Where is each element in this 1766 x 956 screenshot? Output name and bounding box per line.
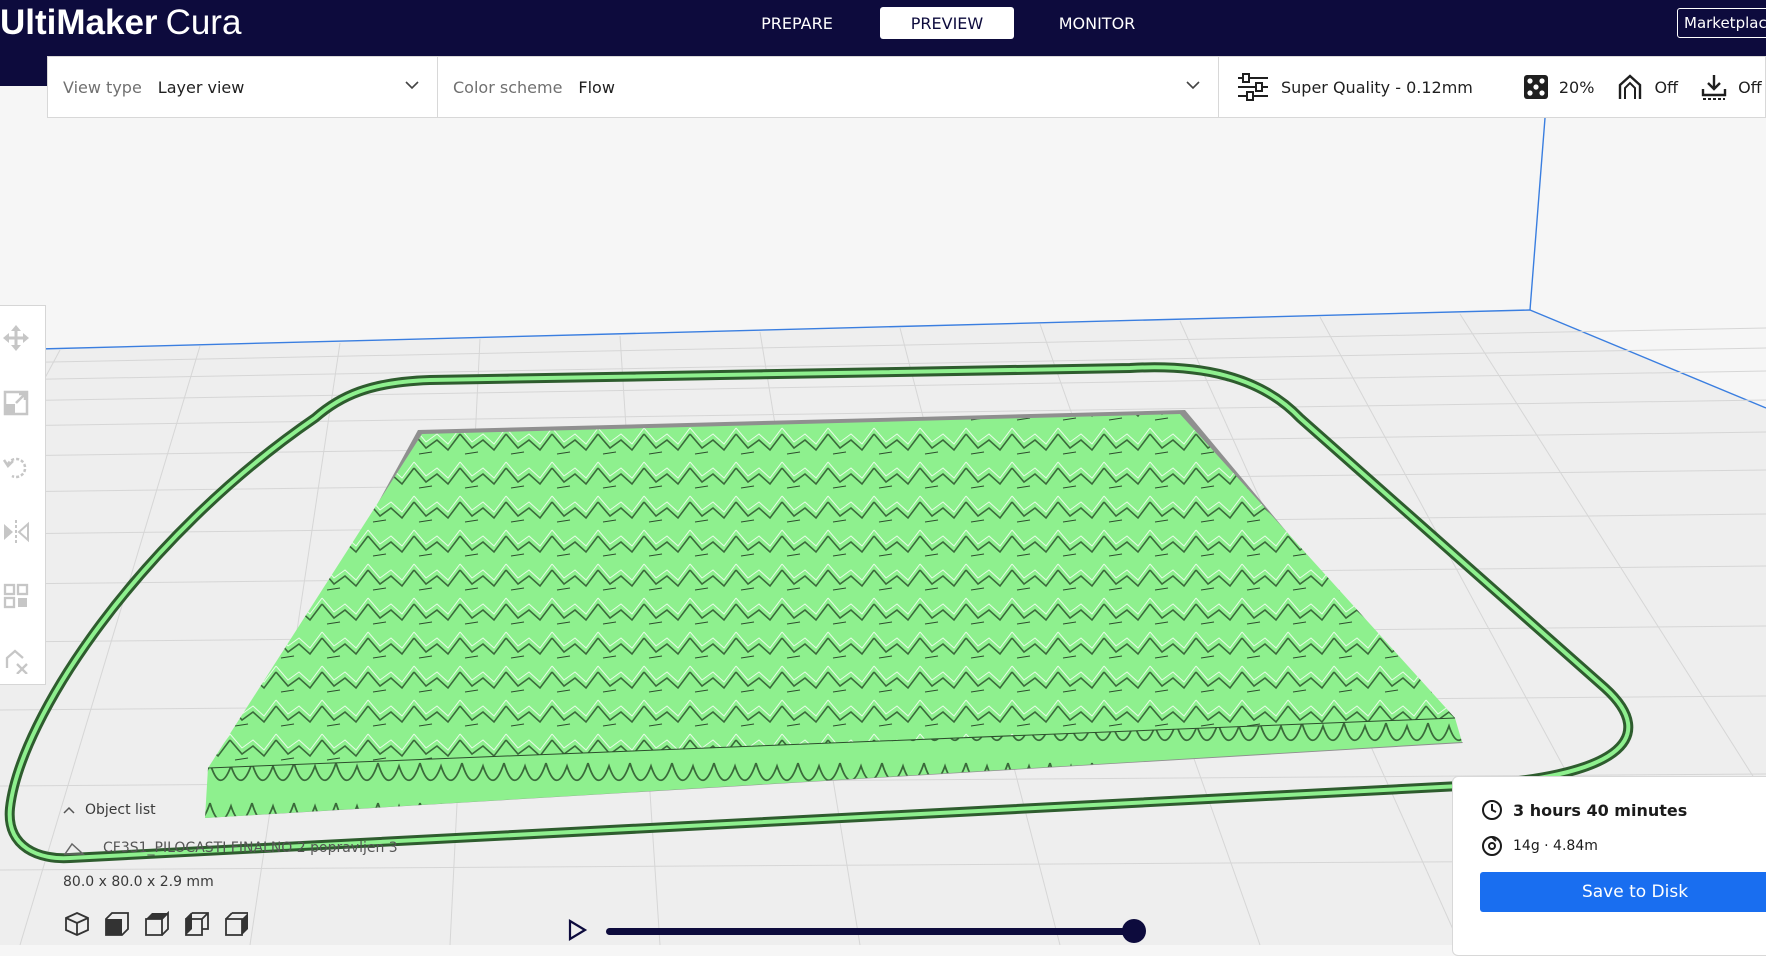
marketplace-button[interactable]: Marketplace <box>1677 8 1766 38</box>
scale-tool-button[interactable] <box>1 388 31 418</box>
support-value: Off <box>1654 77 1679 97</box>
object-name[interactable]: CF3S1_PILOCASTI FINALNO 2 popravljen 3 <box>103 840 398 856</box>
support-setting[interactable]: Off <box>1616 73 1678 101</box>
support-blocker-button[interactable] <box>1 646 31 676</box>
adhesion-setting[interactable]: Off <box>1700 73 1762 101</box>
cube-left-icon <box>185 912 209 936</box>
print-time: 3 hours 40 minutes <box>1513 800 1688 820</box>
support-blocker-icon <box>5 649 28 674</box>
cube-3d-icon <box>65 912 89 936</box>
logo-product: Cura <box>165 3 242 42</box>
move-icon <box>3 325 29 351</box>
rotate-tool-button[interactable] <box>1 452 31 482</box>
move-tool-button[interactable] <box>1 323 31 353</box>
infill-value: 20% <box>1558 77 1595 97</box>
rotate-icon <box>3 457 27 479</box>
per-model-settings-icon <box>3 583 29 609</box>
chevron-down-icon <box>405 81 419 90</box>
cube-top-icon <box>145 911 169 936</box>
color-scheme-value: Flow <box>578 77 615 97</box>
view-right-button[interactable] <box>223 910 251 938</box>
mirror-tool-button[interactable] <box>1 517 31 547</box>
spool-icon <box>1482 836 1502 856</box>
scale-icon <box>3 390 29 416</box>
view-type-value: Layer view <box>157 77 245 97</box>
chevron-down-icon <box>1186 81 1200 90</box>
clock-icon <box>1482 800 1502 820</box>
layer-slider-handle[interactable] <box>1122 919 1146 943</box>
model-icon <box>63 842 85 855</box>
save-to-disk-button[interactable]: Save to Disk <box>1480 872 1766 912</box>
view-3d-button[interactable] <box>63 910 91 938</box>
tab-monitor[interactable]: MONITOR <box>1030 7 1164 39</box>
logo-brand: UltiMaker <box>0 3 158 42</box>
stage-tabs: PREPARE PREVIEW MONITOR <box>730 7 1164 39</box>
view-type-label: View type <box>63 77 142 97</box>
app-logo: UltiMaker Cura <box>0 0 241 46</box>
infill-setting[interactable]: 20% <box>1523 74 1595 100</box>
tab-preview[interactable]: PREVIEW <box>880 7 1014 39</box>
view-left-button[interactable] <box>183 910 211 938</box>
cube-right-icon <box>225 912 248 936</box>
object-dimensions: 80.0 x 80.0 x 2.9 mm <box>63 874 214 890</box>
view-top-button[interactable] <box>143 910 171 938</box>
view-front-button[interactable] <box>103 910 131 938</box>
tool-panel <box>0 305 46 685</box>
infill-icon <box>1523 75 1548 99</box>
print-time-row[interactable]: 3 hours 40 minutes <box>1481 799 1687 821</box>
adhesion-icon <box>1701 75 1727 100</box>
object-list-toggle[interactable]: Object list <box>63 802 156 818</box>
material-row: 14g · 4.84m <box>1481 835 1598 857</box>
color-scheme-label: Color scheme <box>453 77 563 97</box>
view-toolbar: View type Layer view Color scheme Flow S… <box>47 56 1766 118</box>
layer-slider-track[interactable] <box>606 928 1134 935</box>
material-usage: 14g · 4.84m <box>1513 838 1598 854</box>
profile-setting[interactable]: Super Quality - 0.12mm <box>1237 73 1473 101</box>
support-icon <box>1619 74 1642 99</box>
profile-name: Super Quality - 0.12mm <box>1281 77 1473 97</box>
play-icon[interactable] <box>566 918 588 942</box>
color-scheme-dropdown[interactable]: Color scheme Flow <box>438 57 1219 117</box>
tab-prepare[interactable]: PREPARE <box>730 7 864 39</box>
object-list-label: Object list <box>85 802 156 818</box>
view-type-dropdown[interactable]: View type Layer view <box>48 57 438 117</box>
cube-front-icon <box>105 912 129 936</box>
header-underlay <box>0 56 48 86</box>
mirror-icon <box>4 520 29 544</box>
chevron-up-icon <box>63 806 75 814</box>
per-model-settings-button[interactable] <box>1 581 31 611</box>
print-settings-summary[interactable]: Super Quality - 0.12mm 20% Off Off <box>1219 57 1765 117</box>
print-information-panel: 3 hours 40 minutes 14g · 4.84m Save to D… <box>1452 776 1766 956</box>
settings-sliders-icon <box>1238 73 1268 101</box>
camera-view-buttons <box>63 910 251 938</box>
adhesion-value: Off <box>1738 77 1762 97</box>
